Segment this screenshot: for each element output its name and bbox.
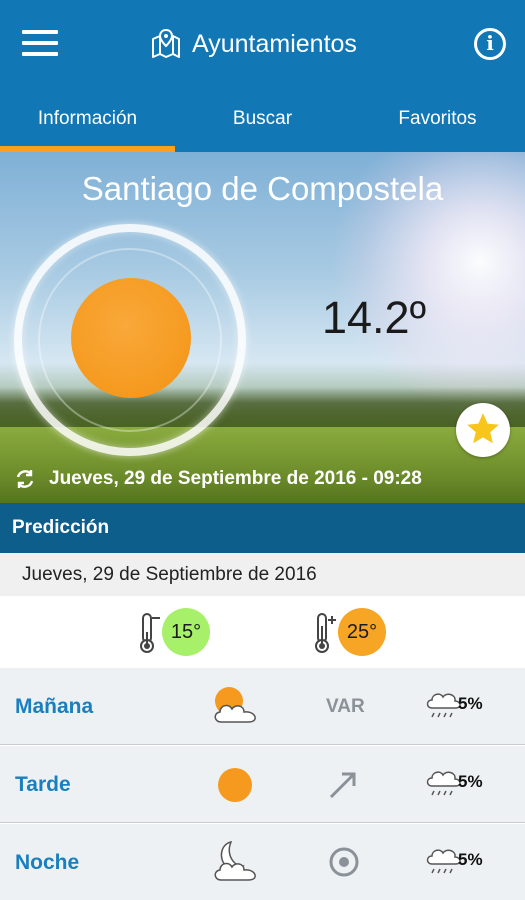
info-button[interactable]: i: [474, 28, 506, 60]
wind-variable-text: VAR: [326, 696, 365, 717]
period-row-noche: Noche 5%: [0, 824, 525, 900]
rain-probability: 5%: [458, 850, 483, 869]
sun-behind-cloud-icon: [214, 687, 256, 723]
update-datetime: Jueves, 29 de Septiembre de 2016 - 09:28: [49, 468, 422, 489]
sun-icon: [71, 278, 191, 398]
favorite-button[interactable]: [456, 403, 510, 457]
menu-icon-line: [22, 52, 58, 56]
app-title: Ayuntamientos: [150, 24, 357, 64]
thermometer-max-icon: [315, 613, 336, 653]
period-label: Noche: [15, 851, 80, 874]
min-max-temperature: 15° 25°: [0, 596, 525, 668]
last-update: Jueves, 29 de Septiembre de 2016 - 09:28: [13, 467, 422, 491]
star-icon: [467, 413, 499, 444]
city-name: Santiago de Compostela: [81, 170, 444, 207]
page-title: Ayuntamientos: [192, 29, 357, 58]
thermometer-min-icon: [140, 613, 160, 653]
menu-button[interactable]: [22, 30, 60, 56]
sun-icon: [218, 768, 252, 802]
arrow-northeast-icon: [329, 772, 356, 799]
app-bar: Ayuntamientos i Información Buscar Favor…: [0, 0, 525, 152]
current-weather-panel: Santiago de Compostela 14.2º Jueves, 29 …: [0, 152, 525, 503]
max-temperature: 25°: [338, 608, 386, 656]
tab-informacion[interactable]: Información: [0, 97, 175, 152]
prediction-header: Predicción: [0, 503, 525, 553]
moon-behind-cloud-icon: [214, 840, 256, 881]
period-label: Tarde: [15, 773, 71, 796]
map-pin-icon: [152, 28, 180, 58]
rain-probability: 5%: [458, 694, 483, 713]
calm-circle-icon: [329, 847, 359, 877]
period-row-manana: Mañana VAR 5%: [0, 668, 525, 745]
current-temperature: 14.2º: [322, 292, 427, 343]
tab-buscar[interactable]: Buscar: [175, 97, 350, 152]
period-label: Mañana: [15, 695, 94, 718]
menu-icon-line: [22, 30, 58, 34]
min-temperature: 15°: [162, 608, 210, 656]
refresh-icon[interactable]: [13, 467, 37, 491]
tab-bar: Información Buscar Favoritos: [0, 97, 525, 152]
info-icon: i: [486, 31, 494, 55]
tab-favoritos[interactable]: Favoritos: [350, 97, 525, 152]
menu-icon-line: [22, 41, 58, 45]
prediction-date: Jueves, 29 de Septiembre de 2016: [0, 553, 525, 596]
rain-probability: 5%: [458, 772, 483, 791]
period-row-tarde: Tarde 5%: [0, 746, 525, 823]
